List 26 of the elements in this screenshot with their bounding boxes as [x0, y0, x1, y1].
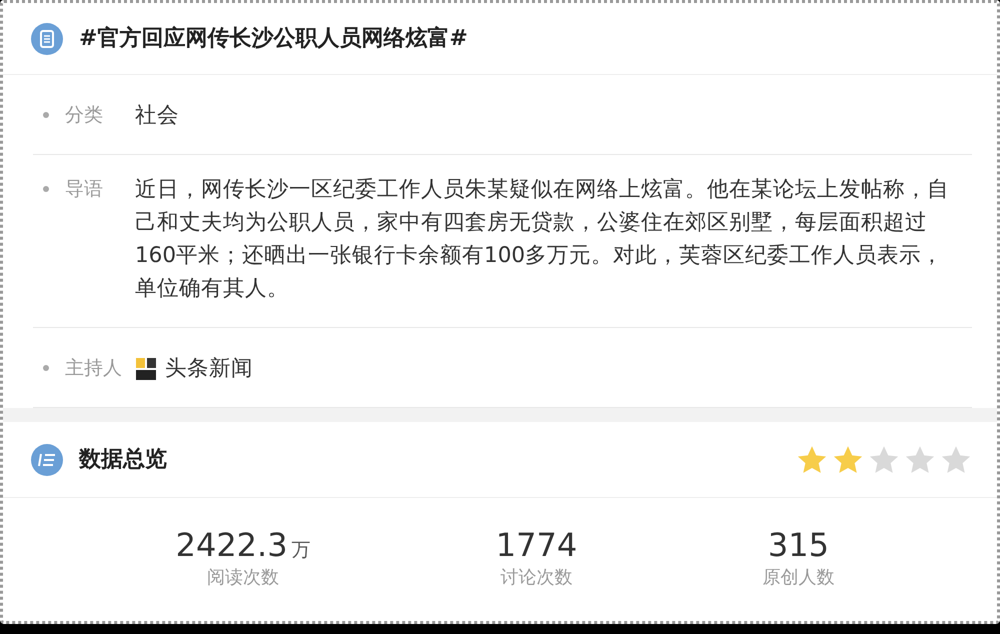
- stat-label: 原创人数: [762, 566, 834, 590]
- stat-number: 2422.3: [176, 528, 288, 563]
- news-logo-icon: [135, 356, 157, 380]
- field-label: 主持人: [65, 356, 123, 381]
- field-value: 社会: [135, 102, 179, 130]
- stat-number: 315: [768, 528, 829, 564]
- star-icon: [868, 444, 900, 474]
- bullet-dot: [43, 186, 49, 192]
- unit-label: 万: [292, 538, 311, 563]
- topic-title: #官方回应网传长沙公职人员网络炫富#: [79, 24, 468, 53]
- star-icon: [832, 444, 864, 474]
- bullet-dot: [43, 365, 49, 371]
- field-value: 近日，网传长沙一区纪委工作人员朱某疑似在网络上炫富。他在某论坛上发帖称，自己和丈夫均为公职人员，家中有四套房无贷款，公婆住在郊区别墅，每层面积超过160平米；还晒出一张银行卡余额有100多万元。对此，芙蓉区纪委工作人员表示，单位确有其人。: [135, 176, 950, 303]
- field-label: 分类: [65, 103, 104, 128]
- star-icon: [940, 444, 972, 474]
- section-title: 数据总览: [79, 446, 168, 474]
- star-icon: [904, 444, 936, 474]
- bullet-dot: [43, 112, 49, 118]
- stat-label: 讨论次数: [500, 566, 572, 590]
- stat-label: 阅读次数: [207, 566, 280, 590]
- list-icon: [31, 22, 63, 54]
- list-icon: [31, 444, 63, 476]
- star-icon: [796, 444, 828, 474]
- stat-number: 1774: [496, 528, 578, 564]
- field-value: 头条新闻: [165, 355, 253, 383]
- field-label: 导语: [65, 177, 104, 202]
